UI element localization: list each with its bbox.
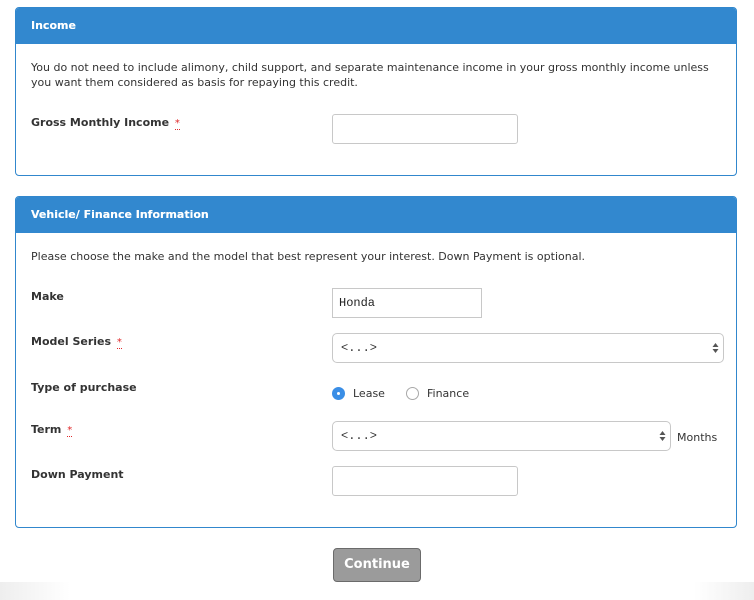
model-series-label: Model Series * <box>31 335 122 349</box>
vehicle-finance-panel-header: Vehicle/ Finance Information <box>16 197 736 233</box>
down-payment-input[interactable] <box>332 466 518 496</box>
income-panel-header: Income <box>16 8 736 44</box>
select-arrows-icon <box>712 343 719 353</box>
type-of-purchase-label: Type of purchase <box>31 381 137 394</box>
gross-monthly-income-label-text: Gross Monthly Income <box>31 116 170 129</box>
page-edge-shadow-right <box>694 582 754 600</box>
required-indicator: * <box>67 425 73 437</box>
term-label-text: Term <box>31 423 62 436</box>
lease-radio-option[interactable]: Lease <box>332 387 385 400</box>
make-label: Make <box>31 290 64 303</box>
gross-monthly-income-input[interactable] <box>332 114 518 144</box>
gross-monthly-income-label: Gross Monthly Income * <box>31 116 180 130</box>
page-edge-shadow-left <box>0 582 70 600</box>
term-label: Term * <box>31 423 73 437</box>
select-arrows-icon <box>659 431 666 441</box>
lease-radio-label: Lease <box>353 387 385 400</box>
finance-radio-label: Finance <box>427 387 470 400</box>
required-indicator: * <box>174 118 180 130</box>
down-payment-label-text: Down Payment <box>31 468 124 481</box>
continue-button[interactable]: Continue <box>333 548 421 582</box>
finance-radio-option[interactable]: Finance <box>406 387 469 400</box>
model-series-selected-value: <...> <box>341 341 378 355</box>
required-indicator: * <box>116 337 122 349</box>
income-panel: Income You do not need to include alimon… <box>15 7 737 176</box>
make-label-text: Make <box>31 290 64 303</box>
finance-radio[interactable] <box>406 387 419 400</box>
type-of-purchase-label-text: Type of purchase <box>31 381 137 394</box>
vehicle-finance-panel: Vehicle/ Finance Information Please choo… <box>15 196 737 528</box>
lease-radio[interactable] <box>332 387 345 400</box>
model-series-label-text: Model Series <box>31 335 112 348</box>
term-selected-value: <...> <box>341 429 378 443</box>
down-payment-label: Down Payment <box>31 468 124 481</box>
model-series-select[interactable]: <...> <box>332 333 724 363</box>
term-unit-label: Months <box>677 431 718 444</box>
term-select[interactable]: <...> <box>332 421 671 451</box>
income-intro-text: You do not need to include alimony, chil… <box>31 61 709 89</box>
vehicle-intro-text: Please choose the make and the model tha… <box>31 250 585 263</box>
make-input[interactable] <box>332 288 482 318</box>
